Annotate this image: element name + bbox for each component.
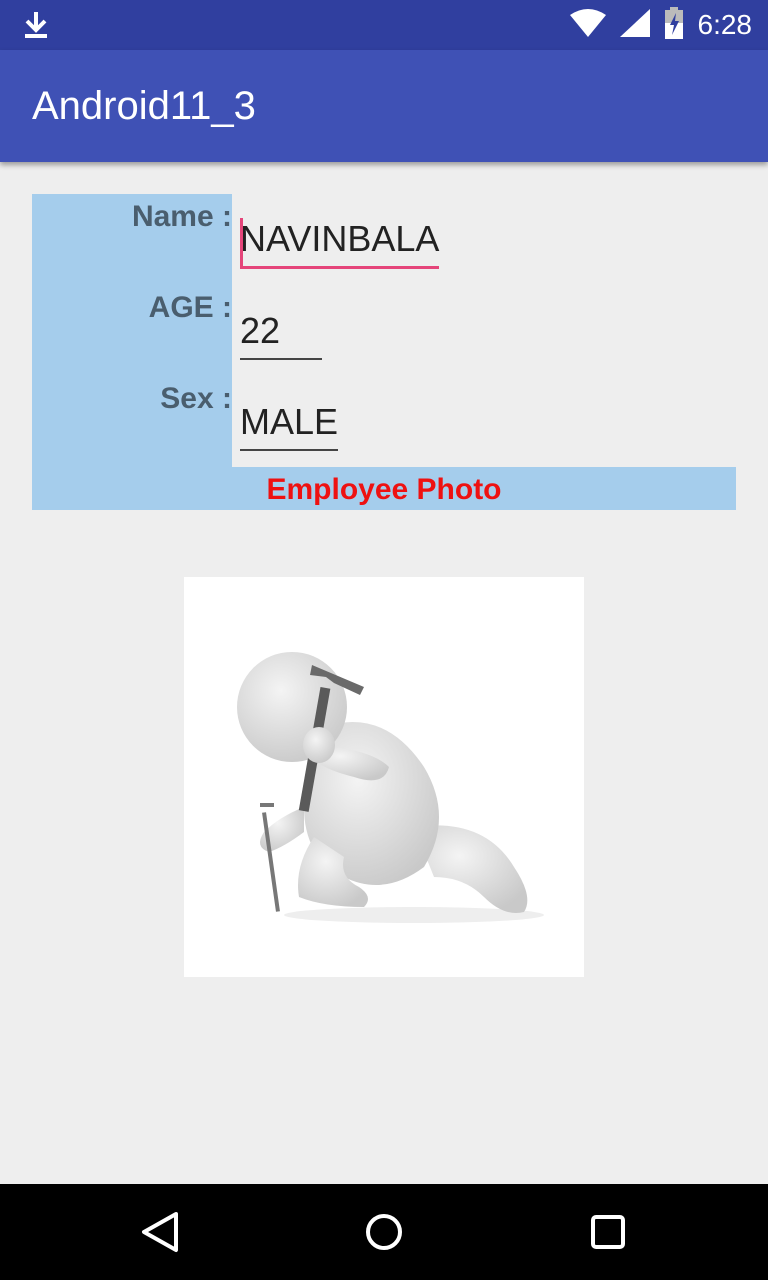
navigation-bar (0, 1184, 768, 1280)
employee-photo-header: Employee Photo (32, 467, 736, 510)
download-icon (22, 10, 50, 44)
battery-charging-icon (664, 7, 684, 43)
labels-column: Name : AGE : Sex : (32, 194, 232, 468)
name-label: Name : (131, 200, 232, 233)
back-icon (142, 1212, 178, 1252)
recents-button[interactable] (578, 1202, 638, 1262)
employee-photo-title: Employee Photo (266, 473, 502, 506)
sex-field[interactable]: MALE (240, 401, 339, 451)
employee-photo (184, 577, 584, 977)
status-bar: 6:28 (0, 0, 768, 50)
status-time: 6:28 (697, 9, 753, 40)
wifi-icon (569, 9, 606, 41)
text-cursor (240, 218, 243, 266)
hammer-figure-image (237, 652, 544, 923)
age-field[interactable]: 22 (240, 310, 323, 360)
age-value: 22 (240, 310, 323, 360)
home-button[interactable] (354, 1202, 414, 1262)
name-value: NAVINBALA (240, 218, 440, 269)
sex-value: MALE (240, 401, 339, 451)
recents-icon (591, 1215, 625, 1249)
age-label: AGE : (148, 291, 232, 324)
sex-label: Sex : (160, 382, 232, 415)
app-bar: Android11_3 (0, 50, 768, 162)
signal-icon (619, 9, 650, 41)
home-icon (366, 1214, 402, 1250)
app-title: Android11_3 (32, 84, 256, 128)
name-field[interactable]: NAVINBALA (240, 218, 440, 269)
back-button[interactable] (130, 1202, 190, 1262)
